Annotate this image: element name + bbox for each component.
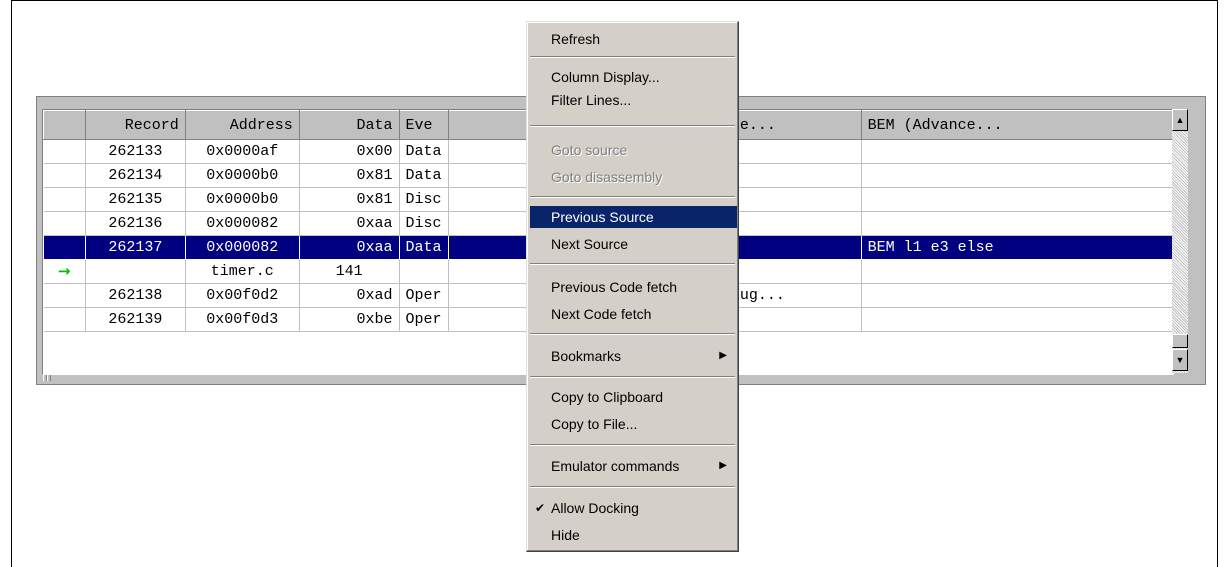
cell-data: 0xbe [299, 307, 400, 332]
menu-separator [530, 376, 735, 378]
menu-item-previous-code-fetch[interactable]: Previous Code fetch [530, 276, 737, 298]
row-marker [43, 307, 86, 332]
menu-item-column-display[interactable]: Column Display... [530, 66, 737, 88]
cell-data: 0x81 [299, 163, 400, 188]
menu-item-next-source[interactable]: Next Source [530, 233, 737, 255]
cell-data: 0xad [299, 283, 400, 308]
menu-separator [530, 125, 735, 127]
cell-address: 0x0000b0 [185, 163, 300, 188]
cell-event: Disc [399, 187, 449, 212]
column-header-bem[interactable]: BEM (Advance... [860, 110, 1173, 140]
cell-event [399, 259, 449, 284]
cell-record: 262138 [85, 283, 186, 308]
cell-bem [861, 211, 1173, 236]
cell-record: 262135 [85, 187, 186, 212]
cell-data: 0xaa [299, 211, 400, 236]
row-marker [43, 163, 86, 188]
menu-item-refresh[interactable]: Refresh [530, 28, 737, 50]
cell-data: 0xaa [299, 235, 400, 260]
menu-item-copy-to-file[interactable]: Copy to File... [530, 413, 737, 435]
menu-item-allow-docking[interactable]: ✔ Allow Docking [530, 497, 737, 519]
menu-separator [530, 444, 735, 446]
row-marker [43, 211, 86, 236]
cell-record: 262136 [85, 211, 186, 236]
menu-separator [530, 486, 735, 488]
menu-separator [530, 196, 735, 198]
cell-record [85, 259, 186, 284]
cell-bem [861, 163, 1173, 188]
cell-bem [861, 259, 1173, 284]
cell-event: Oper [399, 283, 449, 308]
menu-item-label: Bookmarks [551, 348, 622, 364]
column-header-address[interactable]: Address [184, 110, 300, 140]
menu-separator [530, 333, 735, 335]
cell-bem [861, 139, 1173, 164]
cell-record: 262134 [85, 163, 186, 188]
cell-bem [861, 307, 1173, 332]
cell-address: 0x0000b0 [185, 187, 300, 212]
column-header-record[interactable]: Record [84, 110, 186, 140]
menu-item-copy-to-clipboard[interactable]: Copy to Clipboard [530, 386, 737, 408]
column-header-data[interactable]: Data [298, 110, 400, 140]
submenu-arrow-icon: ▶ [719, 350, 727, 361]
cell-record: 262137 [85, 235, 186, 260]
menu-item-label: Emulator commands [551, 458, 680, 474]
row-marker [43, 283, 86, 308]
cell-bem: BEM l1 e3 else [861, 235, 1173, 260]
menu-separator [530, 263, 735, 265]
scroll-thumb[interactable] [1172, 334, 1188, 348]
menu-item-next-code-fetch[interactable]: Next Code fetch [530, 303, 737, 325]
menu-item-previous-source[interactable]: Previous Source [530, 206, 737, 228]
check-icon: ✔ [535, 501, 546, 515]
submenu-arrow-icon: ▶ [719, 460, 727, 471]
menu-item-filter-lines[interactable]: Filter Lines... [530, 89, 737, 111]
menu-separator [530, 56, 735, 58]
row-marker: → [43, 259, 86, 284]
cell-bem [861, 187, 1173, 212]
cell-data: 141 [299, 259, 400, 284]
column-header-event[interactable]: Eve [398, 110, 449, 140]
menu-item-emulator-commands[interactable]: Emulator commands ▶ [530, 455, 737, 477]
vertical-scrollbar[interactable]: ▲ ▼ [1172, 109, 1188, 373]
column-header-marker[interactable] [43, 110, 86, 140]
cell-address: 0x0000af [185, 139, 300, 164]
cell-address: timer.c [185, 259, 300, 284]
cell-bem [861, 283, 1173, 308]
menu-item-bookmarks[interactable]: Bookmarks ▶ [530, 345, 737, 367]
cell-event: Oper [399, 307, 449, 332]
cell-data: 0x81 [299, 187, 400, 212]
cell-data: 0x00 [299, 139, 400, 164]
cell-address: 0x00f0d2 [185, 283, 300, 308]
cell-record: 262133 [85, 139, 186, 164]
row-marker [43, 139, 86, 164]
menu-item-goto-disassembly: Goto disassembly [551, 169, 663, 185]
menu-item-goto-source: Goto source [551, 142, 628, 158]
cell-address: 0x00f0d3 [185, 307, 300, 332]
cell-event: Data [399, 139, 449, 164]
context-menu: Refresh Column Display... Filter Lines..… [526, 21, 739, 552]
row-marker [43, 235, 86, 260]
source-arrow-icon: → [57, 262, 71, 280]
row-marker [43, 187, 86, 212]
cell-event: Disc [399, 211, 449, 236]
cell-event: Data [399, 163, 449, 188]
cell-record: 262139 [85, 307, 186, 332]
cell-event: Data [399, 235, 449, 260]
menu-item-label: Allow Docking [551, 500, 639, 516]
scroll-down-icon[interactable]: ▼ [1172, 349, 1188, 371]
menu-item-hide[interactable]: Hide [530, 524, 737, 546]
cell-address: 0x000082 [185, 235, 300, 260]
cell-address: 0x000082 [185, 211, 300, 236]
scroll-up-icon[interactable]: ▲ [1172, 109, 1188, 131]
